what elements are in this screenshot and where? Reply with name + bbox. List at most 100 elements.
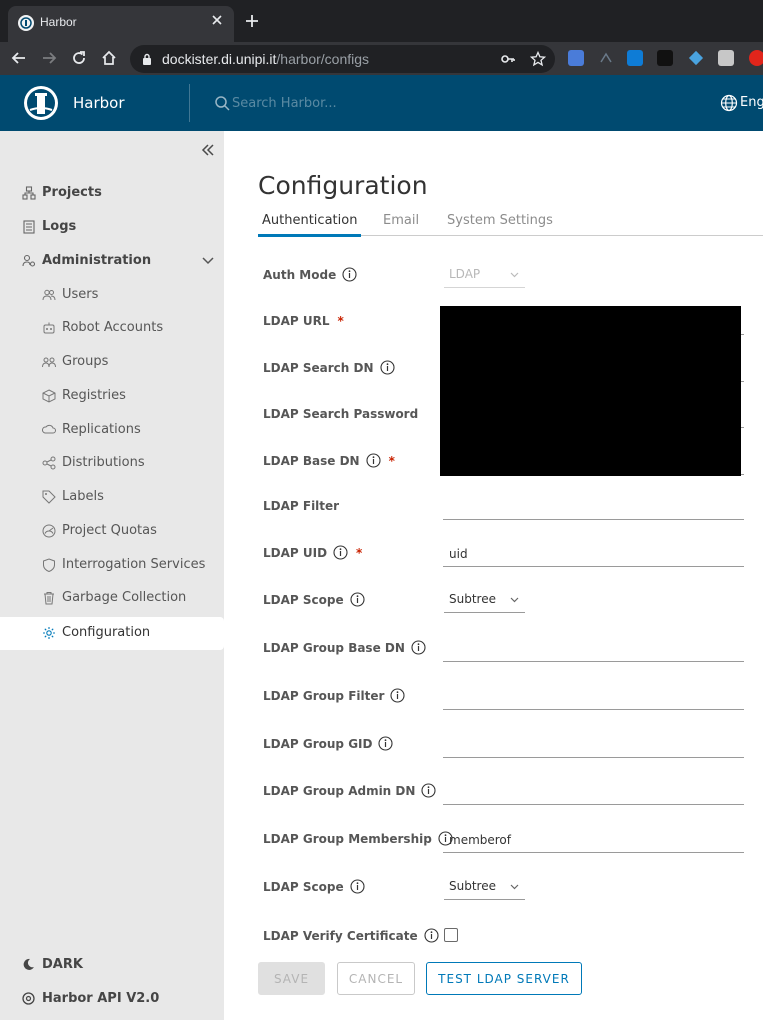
global-search-input[interactable]	[232, 93, 432, 113]
chevron-down-icon	[510, 272, 519, 278]
app-brand[interactable]: Harbor	[73, 94, 125, 112]
chevron-down-icon[interactable]	[202, 256, 214, 266]
sidebar-item-project-quotas[interactable]: Project Quotas	[0, 516, 224, 546]
skype-extension-icon[interactable]	[627, 50, 643, 66]
ldap-group-scope-select[interactable]: Subtree	[444, 876, 525, 900]
required-marker: *	[356, 546, 363, 560]
sidebar-item-garbage-collection[interactable]: Garbage Collection	[0, 583, 224, 613]
ldap-filter-input[interactable]	[443, 494, 744, 520]
collapse-sidebar-icon[interactable]	[200, 142, 216, 158]
sidebar-item-logs[interactable]: Logs	[0, 212, 224, 242]
harbor-api-label: Harbor API V2.0	[42, 991, 160, 1006]
save-button[interactable]: SAVE	[258, 962, 325, 995]
tab-system-settings[interactable]: System Settings	[443, 213, 557, 236]
language-selector[interactable]: Eng	[740, 95, 763, 110]
sidebar-item-label: Administration	[42, 253, 152, 268]
sidebar-item-groups[interactable]: Groups	[0, 347, 224, 377]
ldap-group-admin-dn-label-text: LDAP Group Admin DN	[263, 784, 416, 798]
ldap-filter-row: LDAP Filter	[263, 492, 763, 522]
tab-authentication[interactable]: Authentication	[258, 213, 362, 237]
sidebar-item-interrogation-services[interactable]: Interrogation Services	[0, 550, 224, 580]
sidebar-item-projects[interactable]: Projects	[0, 178, 224, 208]
ads-extension-icon[interactable]	[657, 50, 673, 66]
auth-mode-select[interactable]: LDAP	[444, 264, 525, 288]
ldap-group-admin-dn-input[interactable]	[443, 779, 744, 805]
info-icon[interactable]	[378, 736, 394, 751]
ldap-group-base-dn-label-text: LDAP Group Base DN	[263, 641, 405, 655]
reload-icon[interactable]	[70, 49, 88, 67]
info-icon[interactable]	[342, 267, 357, 282]
harbor-favicon-icon	[18, 15, 34, 31]
auth-mode-value: LDAP	[449, 267, 481, 281]
replications-icon	[42, 424, 56, 434]
back-icon[interactable]	[10, 49, 28, 67]
api-icon	[22, 992, 35, 1005]
header-divider	[189, 84, 190, 122]
star-icon[interactable]	[530, 51, 546, 67]
ldap-group-filter-input[interactable]	[443, 684, 744, 710]
harbor-api-link[interactable]: Harbor API V2.0	[0, 987, 224, 1011]
ldap-verify-cert-checkbox[interactable]	[444, 928, 458, 942]
info-icon[interactable]	[379, 360, 395, 375]
ldap-base-dn-label: LDAP Base DN *	[263, 453, 395, 469]
browser-tab[interactable]: Harbor	[8, 6, 234, 42]
sidebar-item-replications[interactable]: Replications	[0, 415, 224, 445]
ldap-group-gid-input[interactable]	[443, 732, 744, 758]
sidebar-item-configuration[interactable]: Configuration	[0, 617, 224, 650]
groups-icon	[42, 357, 56, 368]
info-icon[interactable]	[390, 688, 405, 703]
ldap-url-label-text: LDAP URL	[263, 314, 330, 328]
sidebar-item-label: Replications	[62, 422, 141, 437]
auth-mode-label: Auth Mode	[263, 267, 357, 283]
sidebar-item-registries[interactable]: Registries	[0, 381, 224, 411]
harbor-logo-icon[interactable]	[22, 84, 60, 122]
info-icon[interactable]	[350, 592, 365, 607]
cancel-button[interactable]: CANCEL	[337, 962, 415, 995]
ldap-group-scope-row: LDAP Scope Subtree	[263, 873, 763, 903]
info-icon[interactable]	[350, 879, 365, 894]
ldap-scope-select[interactable]: Subtree	[444, 589, 525, 613]
moon-icon	[23, 958, 34, 970]
required-marker: *	[337, 314, 344, 328]
forward-icon[interactable]	[40, 49, 58, 67]
browser-tabstrip: Harbor	[0, 0, 763, 42]
test-ldap-server-button[interactable]: TEST LDAP SERVER	[426, 962, 582, 995]
sidebar-item-labels[interactable]: Labels	[0, 482, 224, 512]
dark-mode-toggle[interactable]: DARK	[0, 953, 224, 977]
puzzle-extension-icon[interactable]	[688, 50, 704, 66]
sidebar-item-users[interactable]: Users	[0, 280, 224, 310]
users-icon	[42, 289, 56, 301]
close-tab-icon[interactable]	[210, 13, 224, 27]
sidebar-item-administration[interactable]: Administration	[0, 246, 224, 276]
translate-extension-icon[interactable]	[568, 50, 584, 66]
gear-icon	[43, 627, 55, 639]
ldap-search-dn-label-text: LDAP Search DN	[263, 361, 374, 375]
key-icon[interactable]	[500, 51, 516, 67]
ldap-group-membership-input[interactable]	[443, 827, 744, 853]
config-tabs: Authentication Email System Settings	[258, 211, 763, 237]
info-icon[interactable]	[411, 640, 426, 655]
ldap-uid-input[interactable]	[443, 541, 744, 567]
search-icon	[215, 96, 230, 111]
ldap-verify-cert-label-text: LDAP Verify Certificate	[263, 929, 418, 943]
window-extension-icon[interactable]	[718, 50, 734, 66]
ldap-group-base-dn-input[interactable]	[443, 636, 744, 662]
info-icon[interactable]	[421, 783, 436, 798]
browser-toolbar: dockister.di.unipi.it/harbor/configs	[0, 42, 763, 75]
extension-icon[interactable]	[598, 50, 614, 66]
projects-icon	[22, 186, 36, 200]
adblock-extension-icon[interactable]	[749, 50, 763, 66]
sidebar-item-robot-accounts[interactable]: Robot Accounts	[0, 313, 224, 343]
home-icon[interactable]	[100, 49, 118, 67]
address-bar[interactable]: dockister.di.unipi.it/harbor/configs	[130, 45, 555, 73]
url-text: dockister.di.unipi.it/harbor/configs	[162, 51, 369, 67]
globe-icon[interactable]	[720, 94, 738, 112]
info-icon[interactable]	[366, 453, 381, 468]
info-icon[interactable]	[424, 928, 439, 943]
sidebar-item-label: Configuration	[62, 625, 151, 640]
new-tab-icon[interactable]	[244, 13, 260, 29]
chevron-down-icon	[510, 884, 519, 890]
sidebar-item-distributions[interactable]: Distributions	[0, 448, 224, 478]
tab-email[interactable]: Email	[379, 213, 423, 236]
info-icon[interactable]	[333, 545, 348, 560]
